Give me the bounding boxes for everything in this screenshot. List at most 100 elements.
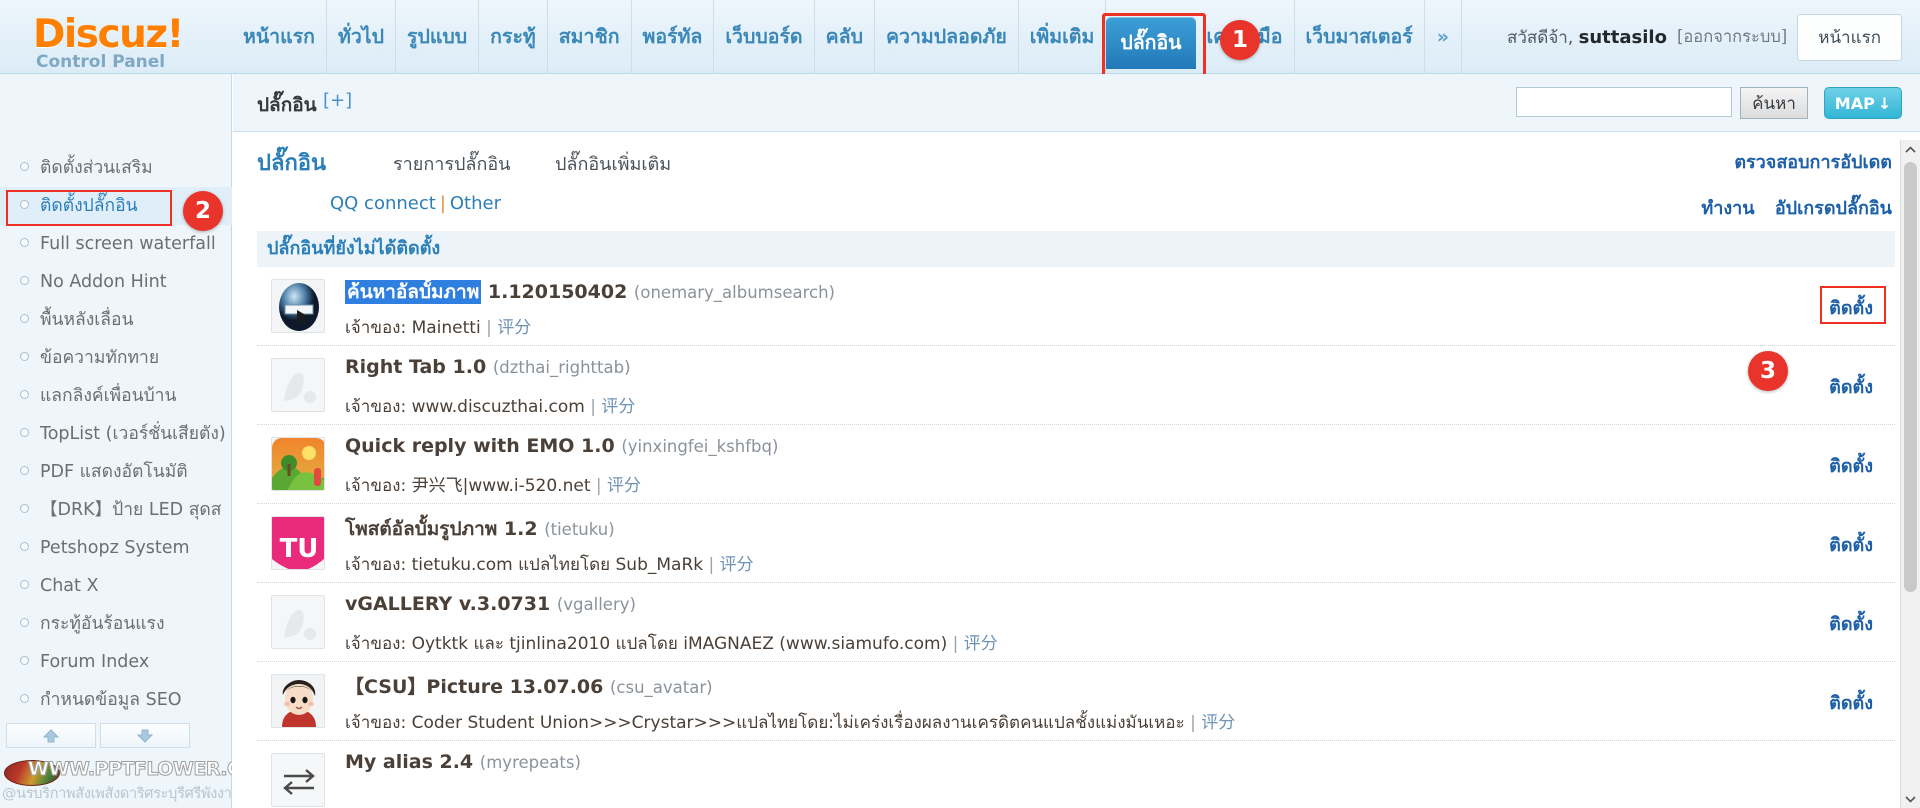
- plugin-name: ค้นหาอัลบั้มภาพ 1.120150402 (onemary_alb…: [345, 277, 835, 307]
- breadcrumb-bar: ปลั๊กอิน [+] ค้นหา MAP ↓: [233, 74, 1920, 132]
- owner-value: Coder Student Union>>>Crystar>>>แปลไทยโด…: [411, 713, 1185, 733]
- install-plugin-button[interactable]: ติดตั้ง: [1829, 451, 1873, 480]
- brand-name: Discuz!: [33, 12, 184, 57]
- filter-separator: |: [439, 193, 446, 214]
- owner-separator: |: [703, 555, 720, 575]
- sidebar-scroll-down-button[interactable]: [100, 723, 190, 748]
- rate-link[interactable]: 评分: [964, 634, 998, 654]
- sidebar-item-label: Chat X: [40, 576, 99, 596]
- sidebar-item-8[interactable]: PDF แสดงอัตโนมัติ: [0, 453, 232, 491]
- avatar-girl-icon: [271, 674, 325, 728]
- rate-link[interactable]: 评分: [607, 476, 641, 496]
- brand-logo[interactable]: Discuz! Control Panel: [0, 0, 232, 74]
- topnav-item-8[interactable]: ความปลอดภัย: [875, 0, 1019, 74]
- map-button-label: MAP: [1834, 93, 1875, 113]
- sidebar-item-13[interactable]: Forum Index: [0, 643, 232, 681]
- install-plugin-button[interactable]: ติดตั้ง: [1820, 286, 1886, 324]
- plugin-row: Quick reply with EMO 1.0 (yinxingfei_ksh…: [257, 425, 1895, 504]
- plugin-identifier: (tietuku): [544, 520, 615, 539]
- home-button[interactable]: หน้าแรก: [1797, 13, 1902, 61]
- bullet-icon: [20, 694, 29, 703]
- topnav-item-3[interactable]: กระทู้: [479, 0, 548, 74]
- topnav-item-0[interactable]: หน้าแรก: [232, 0, 327, 74]
- install-plugin-button[interactable]: ติดตั้ง: [1829, 372, 1873, 401]
- upgrade-plugin-link[interactable]: อัปเกรดปลั๊กอิน: [1775, 198, 1892, 219]
- owner-separator: |: [1184, 713, 1202, 733]
- rate-link[interactable]: 评分: [497, 318, 531, 338]
- topnav-item-9[interactable]: เพิ่มเติม: [1019, 0, 1107, 74]
- bullet-icon: [20, 656, 29, 665]
- sidebar-item-label: Forum Index: [40, 652, 150, 672]
- check-update-link[interactable]: ตรวจสอบการอัปเดต: [1734, 147, 1892, 176]
- bullet-icon: [20, 162, 29, 171]
- topnav-item-2[interactable]: รูปแบบ: [396, 0, 480, 74]
- install-plugin-button[interactable]: ติดตั้ง: [1829, 609, 1873, 638]
- scrollbar-thumb[interactable]: [1904, 162, 1917, 592]
- annotation-badge-3: 3: [1748, 351, 1788, 391]
- scrollbar-down-arrow[interactable]: [1901, 789, 1920, 808]
- search-button[interactable]: ค้นหา: [1740, 87, 1808, 119]
- page-vertical-scrollbar[interactable]: [1900, 140, 1920, 808]
- bullet-icon: [20, 580, 29, 589]
- arrow-down-icon: [136, 729, 154, 743]
- sidebar-item-0[interactable]: ติดตั้งส่วนเสริม: [0, 149, 232, 187]
- bullet-icon: [20, 542, 29, 551]
- sidebar-item-7[interactable]: TopList (เวอร์ชั่นเสียตัง): [0, 415, 232, 453]
- map-button[interactable]: MAP ↓: [1824, 87, 1902, 119]
- topnav-item-10[interactable]: ปลั๊กอิน: [1102, 12, 1206, 79]
- sub-link-row: QQ connect | Other ทำงาน อัปเกรดปลั๊กอิน: [233, 183, 1920, 229]
- scrollbar-up-arrow[interactable]: [1901, 140, 1920, 159]
- owner-value: 尹兴飞|www.i-520.net: [411, 476, 591, 496]
- sidebar-scroll-up-button[interactable]: [6, 723, 96, 748]
- greeting-text: สวัสดีจ้า, suttasilo: [1507, 24, 1667, 51]
- rate-link[interactable]: 评分: [720, 555, 754, 575]
- plugin-name: My alias 2.4 (myrepeats): [345, 751, 581, 773]
- tab-more-plugins[interactable]: ปลั๊กอินเพิ่มเติม: [555, 149, 671, 178]
- topnav-item-7[interactable]: คลับ: [815, 0, 875, 74]
- topnav-more-icon[interactable]: »: [1425, 0, 1462, 74]
- arrow-up-icon: [42, 728, 60, 742]
- download-arrow-icon: ↓: [1877, 93, 1892, 113]
- bullet-icon: [20, 390, 29, 399]
- app-header: Discuz! Control Panel หน้าแรก ทั่วไป รูปแบ…: [0, 0, 1920, 79]
- sidebar-item-14[interactable]: กำหนดข้อมูล SEO: [0, 681, 232, 719]
- user-area: สวัสดีจ้า, suttasilo [ออกจากระบบ] หน้าแร…: [1507, 0, 1902, 74]
- install-plugin-button[interactable]: ติดตั้ง: [1829, 530, 1873, 559]
- topnav-item-1[interactable]: ทั่วไป: [327, 0, 396, 74]
- sidebar-item-3[interactable]: No Addon Hint: [0, 263, 232, 301]
- topnav-item-4[interactable]: สมาชิก: [548, 0, 632, 74]
- bullet-icon: [20, 466, 29, 475]
- breadcrumb-expand-toggle[interactable]: [+]: [323, 90, 352, 111]
- sidebar-item-5[interactable]: ข้อความทักทาย: [0, 339, 232, 377]
- logout-link[interactable]: [ออกจากระบบ]: [1677, 24, 1787, 50]
- filter-qq-connect[interactable]: QQ connect: [330, 193, 436, 214]
- bullet-icon: [20, 352, 29, 361]
- rate-link[interactable]: 评分: [1201, 713, 1235, 733]
- topnav-item-12[interactable]: เว็บมาสเตอร์: [1295, 0, 1425, 74]
- topnav-item-6[interactable]: เว็บบอร์ด: [714, 0, 815, 74]
- plugin-name: vGALLERY v.3.0731 (vgallery): [345, 593, 636, 615]
- tab-plugin-list[interactable]: รายการปลั๊กอิน: [393, 149, 510, 178]
- brand-subtitle: Control Panel: [36, 52, 166, 72]
- sidebar-item-11[interactable]: Chat X: [0, 567, 232, 605]
- sidebar-item-label: ติดตั้งส่วนเสริม: [40, 158, 153, 178]
- sidebar-item-label: Petshopz System: [40, 538, 190, 558]
- search-input[interactable]: [1516, 87, 1732, 117]
- sidebar-item-4[interactable]: พื้นหลังเลื่อน: [0, 301, 232, 339]
- sidebar-item-9[interactable]: 【DRK】ป้าย LED สุดส: [0, 491, 232, 529]
- topnav-item-5[interactable]: พอร์ทัล: [632, 0, 715, 74]
- plugin-identifier: (vgallery): [556, 595, 636, 614]
- sidebar-item-2[interactable]: Full screen waterfall: [0, 225, 232, 263]
- username: suttasilo: [1578, 26, 1667, 48]
- sidebar-item-10[interactable]: Petshopz System: [0, 529, 232, 567]
- run-link[interactable]: ทำงาน: [1701, 198, 1754, 219]
- owner-value: Mainetti: [411, 318, 481, 338]
- sidebar-item-12[interactable]: กระทู้อันร้อนแรง: [0, 605, 232, 643]
- owner-separator: |: [590, 476, 608, 496]
- filter-other[interactable]: Other: [450, 193, 501, 214]
- sidebar-item-6[interactable]: แลกลิงค์เพื่อนบ้าน: [0, 377, 232, 415]
- plugin-identifier: (yinxingfei_kshfbq): [621, 437, 779, 456]
- plugin-title: Right Tab 1.0: [345, 356, 487, 378]
- rate-link[interactable]: 评分: [601, 397, 635, 417]
- install-plugin-button[interactable]: ติดตั้ง: [1829, 688, 1873, 717]
